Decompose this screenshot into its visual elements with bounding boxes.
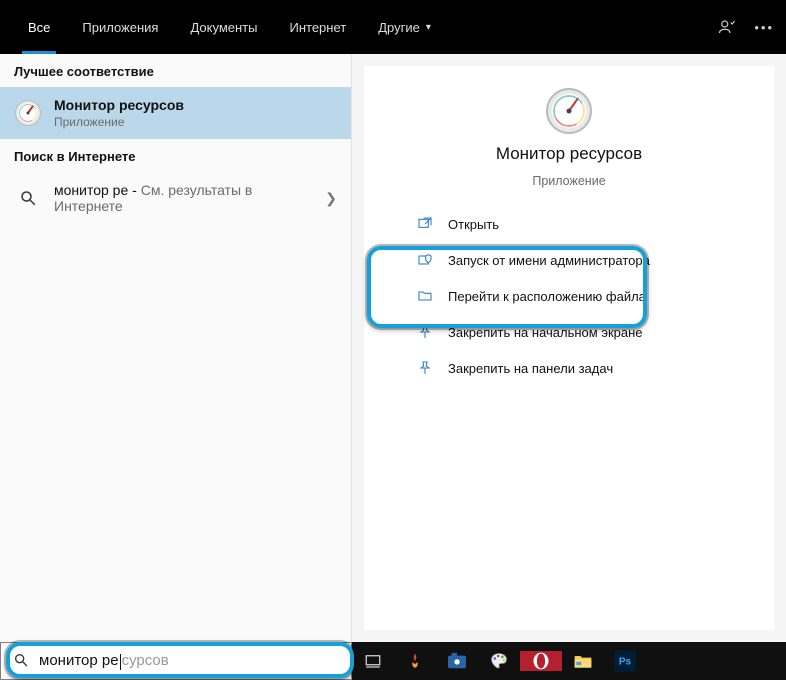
taskbar: монитор ресурсов Ps (0, 642, 786, 680)
taskbar-file-explorer[interactable] (562, 652, 604, 670)
results-pane: Лучшее соответствие Монитор ресурсов При… (0, 54, 352, 642)
web-search-header: Поиск в Интернете (0, 139, 351, 172)
best-match-result[interactable]: Монитор ресурсов Приложение (0, 87, 351, 139)
action-open-label: Открыть (448, 217, 499, 232)
best-match-header: Лучшее соответствие (0, 54, 351, 87)
tab-internet[interactable]: Интернет (273, 0, 362, 54)
chevron-right-icon: ❯ (325, 190, 337, 207)
detail-title: Монитор ресурсов (496, 144, 642, 164)
detail-sub: Приложение (532, 174, 605, 188)
search-filter-bar: Все Приложения Документы Интернет Другие… (0, 0, 786, 54)
tab-documents-label: Документы (190, 20, 257, 35)
actions-list: Открыть Запуск от имени администратора П… (388, 206, 750, 386)
search-suggestion-tail: сурсов (122, 652, 169, 669)
taskbar-buttons: Ps (352, 642, 646, 680)
action-open[interactable]: Открыть (412, 206, 750, 242)
taskbar-daemon-tools[interactable] (394, 651, 436, 671)
tab-all-label: Все (28, 20, 50, 35)
taskbar-screenshot-tool[interactable] (436, 652, 478, 670)
action-pin-start-label: Закрепить на начальном экране (448, 325, 643, 340)
more-options-icon[interactable]: ••• (754, 20, 774, 35)
action-pin-taskbar-label: Закрепить на панели задач (448, 361, 613, 376)
taskbar-opera[interactable] (520, 651, 562, 671)
action-run-as-admin[interactable]: Запуск от имени администратора (412, 242, 750, 278)
open-icon (416, 215, 434, 233)
tab-other[interactable]: Другие ▾ (362, 0, 447, 54)
search-typed-text: монитор ре (39, 652, 119, 669)
chevron-down-icon: ▾ (426, 22, 431, 33)
taskbar-photoshop[interactable]: Ps (604, 650, 646, 672)
web-search-result[interactable]: монитор ре - См. результаты в Интернете … (0, 172, 351, 224)
feedback-icon[interactable] (718, 18, 736, 36)
action-pin-taskbar[interactable]: Закрепить на панели задач (412, 350, 750, 386)
taskbar-search-box[interactable]: монитор ресурсов (0, 642, 352, 680)
pin-taskbar-icon (416, 359, 434, 377)
filter-tabs: Все Приложения Документы Интернет Другие… (12, 0, 447, 54)
text-cursor (120, 654, 121, 670)
tab-apps[interactable]: Приложения (66, 0, 174, 54)
search-content: Лучшее соответствие Монитор ресурсов При… (0, 54, 786, 642)
tab-all[interactable]: Все (12, 0, 66, 54)
tab-apps-label: Приложения (82, 20, 158, 35)
best-match-sub: Приложение (54, 115, 337, 129)
action-pin-start[interactable]: Закрепить на начальном экране (412, 314, 750, 350)
action-open-file-location[interactable]: Перейти к расположению файла (412, 278, 750, 314)
search-icon (14, 184, 42, 212)
tab-internet-label: Интернет (289, 20, 346, 35)
resource-monitor-icon-large (546, 88, 592, 134)
tab-documents[interactable]: Документы (174, 0, 273, 54)
pin-start-icon (416, 323, 434, 341)
taskbar-paint[interactable] (478, 651, 520, 671)
tab-other-label: Другие (378, 20, 420, 35)
detail-pane: Монитор ресурсов Приложение Открыть Запу… (364, 66, 774, 630)
resource-monitor-icon (14, 99, 42, 127)
folder-icon (416, 287, 434, 305)
action-run-as-admin-label: Запуск от имени администратора (448, 253, 650, 268)
admin-shield-icon (416, 251, 434, 269)
task-view-button[interactable] (352, 652, 394, 670)
action-open-file-location-label: Перейти к расположению файла (448, 289, 646, 304)
web-result-title: монитор ре - См. результаты в Интернете (54, 182, 313, 214)
search-icon (13, 652, 29, 671)
detail-pane-container: Монитор ресурсов Приложение Открыть Запу… (352, 54, 786, 642)
best-match-title: Монитор ресурсов (54, 97, 337, 113)
top-icons: ••• (718, 18, 774, 36)
search-text-display: монитор ресурсов (39, 652, 169, 669)
svg-text:Ps: Ps (619, 657, 632, 668)
